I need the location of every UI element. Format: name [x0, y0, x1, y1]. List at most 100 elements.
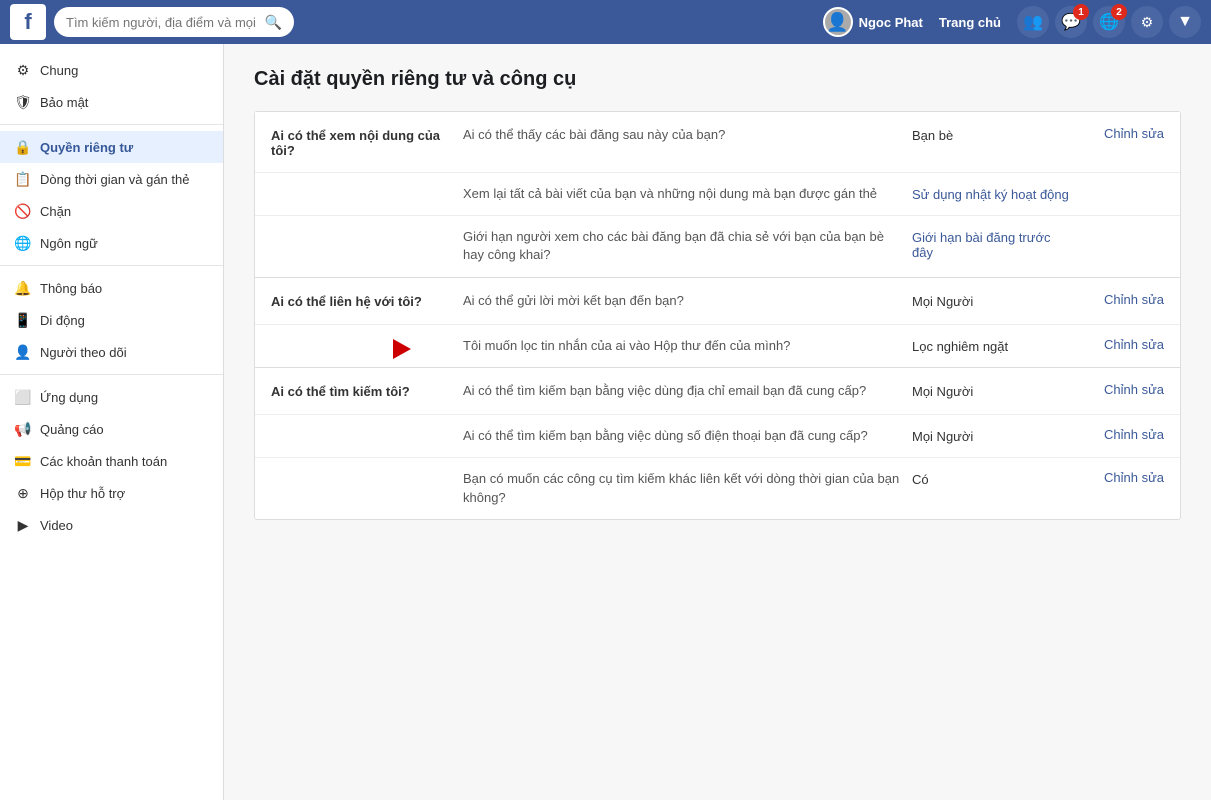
user-name: Ngoc Phat	[859, 15, 923, 30]
sidebar-item-label: Quyền riêng tư	[40, 140, 133, 155]
sidebar-item-label: Ứng dụng	[40, 390, 98, 405]
header: f 🔍 👤 Ngoc Phat Trang chủ 👥 💬 1 🌐 2 ⚙ ▼	[0, 0, 1211, 44]
sidebar-item-thong-bao[interactable]: 🔔 Thông báo	[0, 272, 223, 304]
timeline-icon: 📋	[14, 170, 32, 188]
search-input[interactable]	[66, 15, 259, 30]
facebook-logo: f	[10, 4, 46, 40]
header-right: 👤 Ngoc Phat Trang chủ 👥 💬 1 🌐 2 ⚙ ▼	[823, 6, 1201, 38]
video-icon: ▶	[14, 516, 32, 534]
avatar: 👤	[823, 7, 853, 37]
sidebar-item-label: Người theo dõi	[40, 345, 127, 360]
block-icon: 🚫	[14, 202, 32, 220]
sidebar-item-label: Quảng cáo	[40, 422, 104, 437]
sidebar-item-label: Video	[40, 518, 73, 533]
sidebar-item-quyen-rieng-tu[interactable]: 🔒 Quyền riêng tư	[0, 131, 223, 163]
sidebar-item-label: Chung	[40, 63, 78, 78]
table-row: Xem lại tất cả bài viết của bạn và những…	[255, 173, 1180, 216]
gear-icon: ⚙	[14, 61, 32, 79]
settings-icon-btn[interactable]: ⚙	[1131, 6, 1163, 38]
support-icon: ⊕	[14, 484, 32, 502]
messages-badge: 2	[1111, 4, 1127, 20]
edit-link[interactable]: Chỉnh sửa	[1104, 470, 1164, 485]
sidebar-item-quang-cao[interactable]: 📢 Quảng cáo	[0, 413, 223, 445]
section-heading-row: Ai có thể xem nội dung của tôi? Ai có th…	[255, 112, 1180, 173]
row-value: Có	[912, 470, 1072, 487]
row-desc: Xem lại tất cả bài viết của bạn và những…	[463, 185, 900, 203]
row-value: Lọc nghiêm ngặt	[912, 337, 1072, 354]
privacy-table: Ai có thể xem nội dung của tôi? Ai có th…	[254, 111, 1181, 520]
sidebar-item-label: Ngôn ngữ	[40, 236, 98, 251]
row-action: Chỉnh sửa	[1084, 337, 1164, 352]
row-value: Mọi Người	[912, 427, 1072, 444]
notifications-icon-btn[interactable]: 💬 1	[1055, 6, 1087, 38]
row-desc-arrow: Tôi muốn lọc tin nhắn của ai vào Hộp thư…	[463, 337, 900, 355]
section-heading: Ai có thể tìm kiếm tôi?	[271, 382, 451, 399]
main-content: Cài đặt quyền riêng tư và công cụ Ai có …	[224, 44, 1211, 800]
sidebar-item-bao-mat[interactable]: 🛡 Bảo mật	[0, 86, 223, 118]
section-heading-row: Ai có thể tìm kiếm tôi? Ai có thể tìm ki…	[255, 368, 1180, 415]
sidebar-item-hop-thu[interactable]: ⊕ Hộp thư hỗ trợ	[0, 477, 223, 509]
row-value[interactable]: Sử dụng nhật ký hoạt động	[912, 185, 1072, 202]
sidebar-item-chan[interactable]: 🚫 Chặn	[0, 195, 223, 227]
sidebar-item-di-dong[interactable]: 📱 Di động	[0, 304, 223, 336]
search-bar[interactable]: 🔍	[54, 7, 294, 37]
row-desc: Bạn có muốn các công cụ tìm kiếm khác li…	[463, 470, 900, 506]
row-action: Chỉnh sửa	[1084, 292, 1164, 307]
sidebar-item-label: Di động	[40, 313, 85, 328]
row-desc: Ai có thể gửi lời mời kết bạn đến bạn?	[463, 292, 900, 310]
table-row: Tôi muốn lọc tin nhắn của ai vào Hộp thư…	[255, 325, 1180, 367]
friends-icon-btn[interactable]: 👥	[1017, 6, 1049, 38]
edit-link[interactable]: Chỉnh sửa	[1104, 337, 1164, 352]
row-desc: Ai có thể thấy các bài đăng sau này của …	[463, 126, 900, 144]
section-tim-kiem: Ai có thể tìm kiếm tôi? Ai có thể tìm ki…	[255, 368, 1180, 519]
row-heading-empty	[271, 337, 451, 339]
table-row: Ai có thể tìm kiếm bạn bằng việc dùng số…	[255, 415, 1180, 458]
edit-link[interactable]: Chỉnh sửa	[1104, 382, 1164, 397]
edit-link[interactable]: Chỉnh sửa	[1104, 427, 1164, 442]
sidebar-item-nguoi-theo-doi[interactable]: 👤 Người theo dõi	[0, 336, 223, 368]
sidebar-item-label: Hộp thư hỗ trợ	[40, 486, 125, 501]
row-desc: Ai có thể tìm kiếm bạn bằng việc dùng số…	[463, 427, 900, 445]
sidebar-item-label: Thông báo	[40, 281, 102, 296]
section-heading-row: Ai có thể liên hệ với tôi? Ai có thể gửi…	[255, 278, 1180, 325]
language-icon: 🌐	[14, 234, 32, 252]
sidebar-item-ung-dung[interactable]: ⬜ Ứng dụng	[0, 381, 223, 413]
row-action: Chỉnh sửa	[1084, 126, 1164, 141]
row-value[interactable]: Giới hạn bài đăng trước đây	[912, 228, 1072, 260]
edit-link[interactable]: Chỉnh sửa	[1104, 126, 1164, 141]
edit-link[interactable]: Chỉnh sửa	[1104, 292, 1164, 307]
follower-icon: 👤	[14, 343, 32, 361]
layout: ⚙ Chung 🛡 Bảo mật 🔒 Quyền riêng tư 📋 Dòn…	[0, 44, 1211, 800]
row-value: Bạn bè	[912, 126, 1072, 143]
sidebar-item-video[interactable]: ▶ Video	[0, 509, 223, 541]
sidebar: ⚙ Chung 🛡 Bảo mật 🔒 Quyền riêng tư 📋 Dòn…	[0, 44, 224, 800]
sidebar-divider-3	[0, 374, 223, 375]
user-profile[interactable]: 👤 Ngoc Phat	[823, 7, 923, 37]
ad-icon: 📢	[14, 420, 32, 438]
app-icon: ⬜	[14, 388, 32, 406]
lock-icon: 🔒	[14, 138, 32, 156]
row-value: Mọi Người	[912, 292, 1072, 309]
sidebar-item-thanh-toan[interactable]: 💳 Các khoản thanh toán	[0, 445, 223, 477]
shield-icon: 🛡	[14, 93, 32, 111]
row-action: Chỉnh sửa	[1084, 470, 1164, 485]
sidebar-item-ngon-ngu[interactable]: 🌐 Ngôn ngữ	[0, 227, 223, 259]
row-action: Chỉnh sửa	[1084, 427, 1164, 442]
messages-icon-btn[interactable]: 🌐 2	[1093, 6, 1125, 38]
sidebar-item-chung[interactable]: ⚙ Chung	[0, 54, 223, 86]
sidebar-item-dong-thoi-gian[interactable]: 📋 Dòng thời gian và gán thẻ	[0, 163, 223, 195]
dropdown-icon-btn[interactable]: ▼	[1169, 6, 1201, 38]
sidebar-divider-2	[0, 265, 223, 266]
row-value: Mọi Người	[912, 382, 1072, 399]
mobile-icon: 📱	[14, 311, 32, 329]
notifications-badge: 1	[1073, 4, 1089, 20]
row-heading-empty	[271, 470, 451, 472]
home-link[interactable]: Trang chủ	[929, 15, 1011, 30]
chevron-down-icon: ▼	[1177, 13, 1193, 31]
bell-icon: 🔔	[14, 279, 32, 297]
section-heading: Ai có thể liên hệ với tôi?	[271, 292, 451, 309]
row-heading-empty	[271, 185, 451, 187]
row-heading-empty	[271, 228, 451, 230]
page-title: Cài đặt quyền riêng tư và công cụ	[254, 68, 1181, 91]
section-xem-noi-dung: Ai có thể xem nội dung của tôi? Ai có th…	[255, 112, 1180, 278]
